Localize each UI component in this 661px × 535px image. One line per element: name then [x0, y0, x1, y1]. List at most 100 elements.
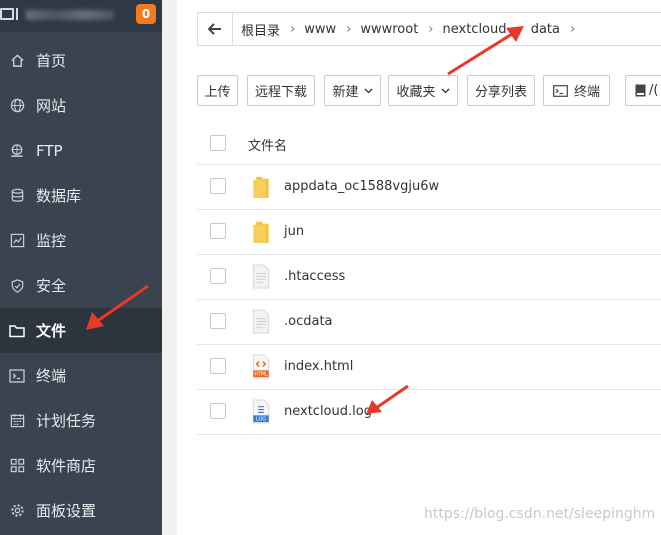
- file-name[interactable]: .htaccess: [284, 269, 345, 284]
- file-icon: [252, 309, 270, 334]
- more-toolbar-button[interactable]: /(: [625, 75, 661, 106]
- row-checkbox[interactable]: [210, 178, 226, 194]
- folder-icon: [253, 221, 269, 244]
- folder-icon: [9, 323, 25, 339]
- sidebar-item-database[interactable]: 数据库: [0, 173, 162, 218]
- favorites-label: 收藏夹: [396, 85, 436, 100]
- watermark: https://blog.csdn.net/sleepinghm: [424, 506, 656, 522]
- breadcrumb-label: 根目录: [241, 23, 281, 39]
- back-button[interactable]: [198, 13, 233, 45]
- globe-icon: [9, 98, 25, 114]
- path-bar: 根目录 › www › wwwroot › nextcloud › data ›: [197, 12, 661, 46]
- table-row[interactable]: .htaccess: [197, 255, 661, 300]
- file-icon: [252, 264, 270, 289]
- table-row[interactable]: jun: [197, 210, 661, 255]
- icon-label: HTML: [254, 372, 268, 378]
- notification-badge[interactable]: 0: [136, 4, 156, 24]
- upload-button[interactable]: 上传: [197, 75, 238, 106]
- html-file-icon: HTML: [252, 354, 270, 379]
- monitor-icon: [9, 233, 25, 249]
- calendar-icon: [9, 413, 25, 429]
- row-checkbox[interactable]: [210, 358, 226, 374]
- remote-download-label: 远程下载: [254, 85, 307, 100]
- folder-icon: [253, 176, 269, 199]
- row-checkbox[interactable]: [210, 313, 226, 329]
- chevron-down-icon: [364, 88, 372, 93]
- breadcrumb-item-wwwroot[interactable]: wwwroot ›: [351, 22, 433, 37]
- icon-label: LOG: [256, 417, 266, 423]
- remote-download-button[interactable]: 远程下载: [247, 75, 315, 106]
- sidebar-item-label: 监控: [36, 232, 67, 250]
- share-list-label: 分享列表: [474, 85, 527, 100]
- file-name[interactable]: appdata_oc1588vgju6w: [284, 179, 439, 194]
- new-dropdown-button[interactable]: 新建: [324, 75, 381, 106]
- row-checkbox[interactable]: [210, 223, 226, 239]
- blurred-server-name: [26, 10, 114, 20]
- arrow-left-icon: [208, 23, 221, 35]
- file-name[interactable]: .ocdata: [284, 314, 333, 329]
- sidebar-item-website[interactable]: 网站: [0, 83, 162, 128]
- terminal-button[interactable]: 终端: [543, 75, 610, 106]
- select-all-checkbox[interactable]: [210, 135, 226, 151]
- cut-off-label: /(: [649, 83, 659, 98]
- sidebar-item-label: 安全: [36, 277, 67, 295]
- breadcrumb-item-www[interactable]: www ›: [295, 22, 351, 37]
- shield-icon: [9, 278, 25, 294]
- home-icon: [9, 53, 25, 69]
- ftp-icon: [9, 143, 25, 159]
- file-table: 文件名 appdata_oc1588vgju6w jun .htaccess .…: [197, 122, 661, 435]
- apps-icon: [9, 458, 25, 474]
- breadcrumb-item-root[interactable]: 根目录 ›: [232, 20, 295, 39]
- sidebar-item-label: FTP: [36, 141, 63, 160]
- chevron-down-icon: [441, 88, 449, 93]
- sidebar-item-settings[interactable]: 面板设置: [0, 488, 162, 533]
- sidebar-item-ftp[interactable]: FTP: [0, 128, 162, 173]
- upload-label: 上传: [204, 85, 231, 100]
- sidebar-item-terminal[interactable]: 终端: [0, 353, 162, 398]
- row-checkbox[interactable]: [210, 268, 226, 284]
- row-checkbox[interactable]: [210, 403, 226, 419]
- chevron-right-icon: ›: [346, 21, 352, 37]
- annotation-arrow-files: [86, 284, 149, 330]
- sidebar: 0 首页 网站 FTP 数据库 监控 安全 文件 终端 计划任务 软件商店 面板…: [0, 0, 162, 535]
- sidebar-item-label: 终端: [36, 367, 67, 385]
- file-name[interactable]: nextcloud.log: [284, 404, 372, 419]
- table-header: 文件名: [197, 122, 661, 165]
- sidebar-item-label: 首页: [36, 52, 67, 70]
- file-manager-panel: 根目录 › www › wwwroot › nextcloud › data ›…: [177, 0, 661, 535]
- disk-icon: [635, 84, 646, 97]
- sidebar-item-cron[interactable]: 计划任务: [0, 398, 162, 443]
- breadcrumb-label: wwwroot: [360, 21, 419, 37]
- sidebar-header: 0: [0, 0, 162, 32]
- sidebar-item-home[interactable]: 首页: [0, 38, 162, 83]
- sidebar-item-monitor[interactable]: 监控: [0, 218, 162, 263]
- sidebar-item-app-store[interactable]: 软件商店: [0, 443, 162, 488]
- breadcrumb-label: www: [304, 21, 337, 37]
- new-label: 新建: [332, 85, 359, 100]
- table-row[interactable]: LOG nextcloud.log: [197, 390, 661, 435]
- sidebar-item-label: 文件: [36, 322, 67, 340]
- sidebar-item-label: 软件商店: [36, 457, 97, 475]
- server-icon: [0, 8, 18, 20]
- chevron-right-icon: ›: [290, 21, 296, 37]
- table-row[interactable]: HTML index.html: [197, 345, 661, 390]
- annotation-arrow-data: [447, 26, 524, 76]
- annotation-arrow-log: [366, 384, 409, 414]
- gear-icon: [9, 503, 25, 519]
- table-row[interactable]: appdata_oc1588vgju6w: [197, 165, 661, 210]
- column-header-filename[interactable]: 文件名: [248, 135, 287, 154]
- file-name[interactable]: jun: [284, 224, 304, 239]
- log-file-icon: LOG: [252, 399, 270, 424]
- file-name[interactable]: index.html: [284, 359, 353, 374]
- sidebar-item-label: 计划任务: [36, 412, 97, 430]
- table-row[interactable]: .ocdata: [197, 300, 661, 345]
- terminal-icon: [553, 84, 568, 97]
- database-icon: [9, 188, 25, 204]
- sidebar-item-label: 数据库: [36, 187, 82, 205]
- terminal-label: 终端: [573, 85, 600, 100]
- terminal-icon: [9, 368, 25, 384]
- sidebar-item-label: 网站: [36, 97, 67, 115]
- sidebar-item-label: 面板设置: [36, 502, 97, 520]
- chevron-right-icon: ›: [428, 21, 434, 37]
- chevron-right-icon: ›: [570, 21, 576, 37]
